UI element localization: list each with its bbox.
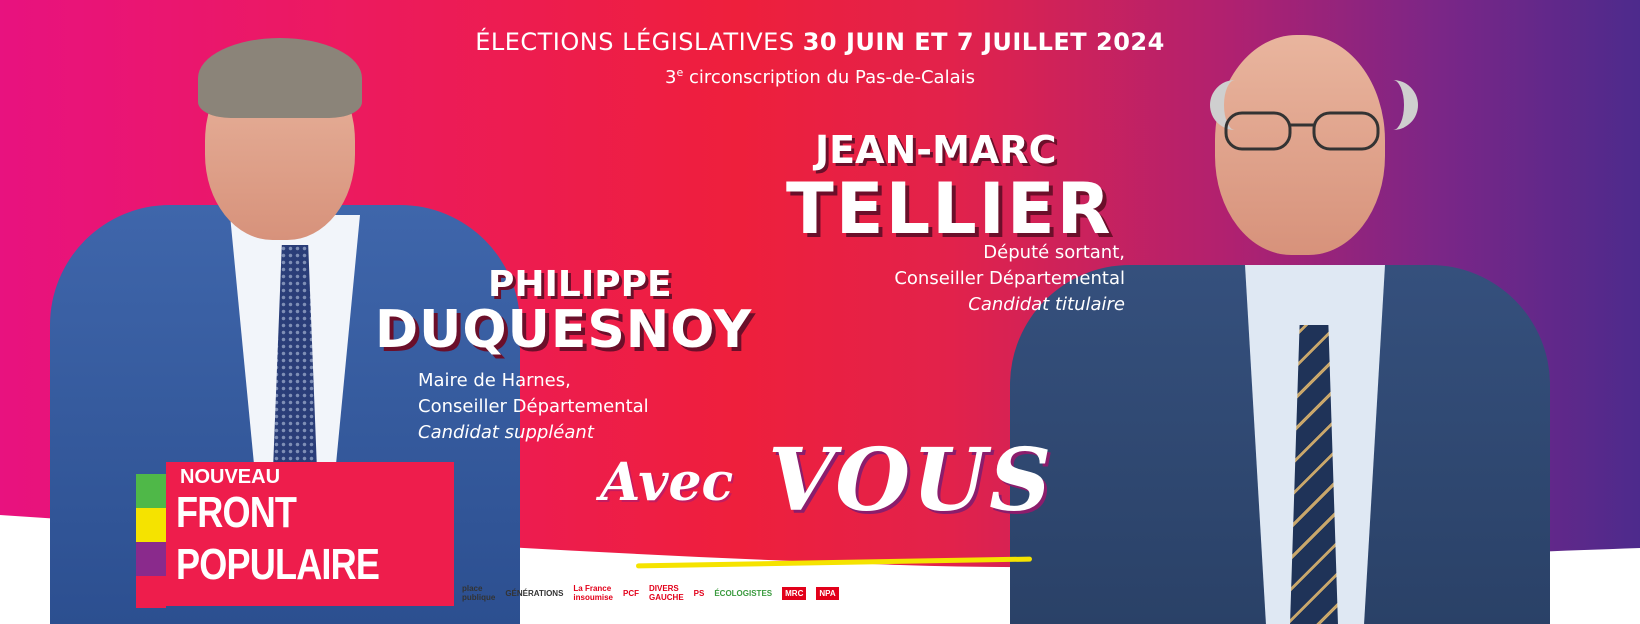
titulaire-last-name: TELLIER	[786, 168, 1113, 250]
nouveau-front-populaire-logo: NOUVEAU FRONT POPULAIRE	[136, 460, 454, 608]
logo-line-nouveau: NOUVEAU	[180, 466, 281, 488]
suppleant-first-name: PHILIPPE	[488, 264, 672, 305]
logo-bar-green	[136, 474, 166, 508]
suppleant-roles: Maire de Harnes, Conseiller Départementa…	[418, 368, 649, 446]
logo-bar-purple	[136, 542, 166, 576]
slogan-avec: Avec	[600, 452, 734, 513]
suppleant-role-3: Candidat suppléant	[418, 422, 594, 443]
suppleant-role-1: Maire de Harnes,	[418, 370, 571, 391]
hair-left	[198, 38, 362, 118]
logo-ecologistes: ÉCOLOGISTES	[714, 588, 773, 598]
titulaire-first-name: JEAN-MARC	[815, 128, 1057, 172]
election-banner: ÉLECTIONS LÉGISLATIVES 30 JUIN ET 7 JUIL…	[0, 0, 1640, 624]
glasses-icon	[1224, 111, 1380, 151]
titulaire-role-3: Candidat titulaire	[968, 294, 1125, 315]
suppleant-last-name: DUQUESNOY	[375, 300, 753, 360]
circ-text: circonscription du Pas-de-Calais	[683, 67, 975, 88]
logo-mrc: MRC	[782, 586, 807, 600]
partner-logos: place publique GÉNÉRATIONS La France ins…	[462, 578, 839, 608]
titulaire-roles: Député sortant, Conseiller Départemental…	[790, 240, 1125, 318]
logo-generations: GÉNÉRATIONS	[505, 588, 564, 598]
titulaire-role-2: Conseiller Départemental	[894, 268, 1125, 289]
logo-bar-yellow	[136, 508, 166, 542]
logo-lfi: La France insoumise	[573, 584, 613, 602]
logo-line-front: FRONT	[176, 488, 297, 537]
slogan-vous: VOUS	[768, 430, 1054, 531]
logo-ps: PS	[693, 588, 705, 598]
logo-pcf: PCF	[622, 588, 639, 598]
circ-number: 3	[665, 67, 677, 88]
logo-line-populaire: POPULAIRE	[176, 540, 380, 589]
logo-bar-red	[136, 576, 166, 608]
titulaire-role-1: Député sortant,	[983, 242, 1125, 263]
suppleant-role-2: Conseiller Départemental	[418, 396, 649, 417]
photo-jean-marc-tellier	[1000, 25, 1560, 624]
logo-place-publique: place publique	[462, 584, 496, 602]
logo-npa: NPA	[816, 586, 839, 600]
logo-divers-gauche: DIVERS GAUCHE	[648, 584, 684, 602]
